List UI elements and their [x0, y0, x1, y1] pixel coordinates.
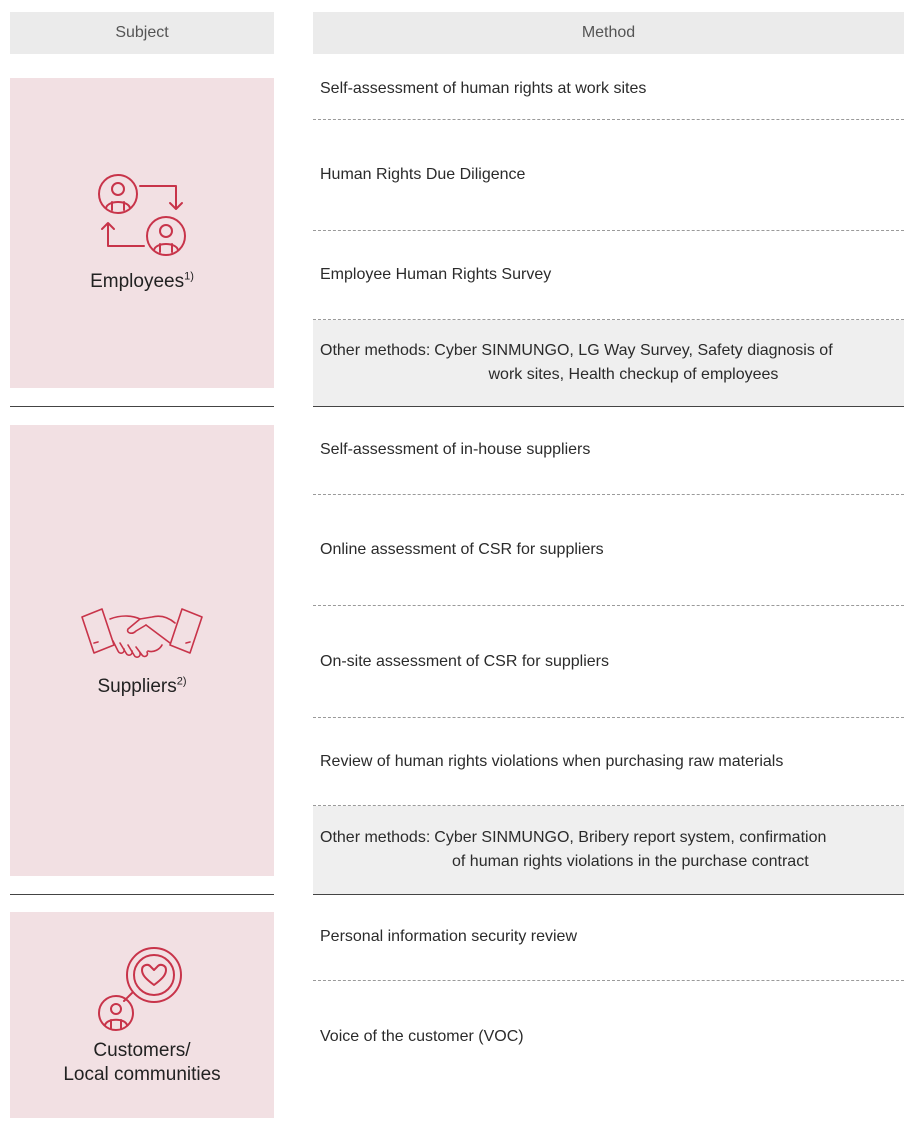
separator	[10, 406, 274, 407]
other-methods-label: Other methods:	[320, 342, 431, 359]
other-methods-row: Other methods: Cyber SINMUNGO, Bribery r…	[313, 806, 904, 894]
method-row: Voice of the customer (VOC)	[320, 1027, 524, 1045]
method-row: Self-assessment of human rights at work …	[313, 58, 904, 120]
employee-exchange-icon	[98, 174, 186, 257]
other-methods-row: Other methods: Cyber SINMUNGO, LG Way Su…	[313, 320, 904, 406]
heart-speech-person-icon	[98, 947, 182, 1032]
method-row: Personal information security review	[313, 894, 904, 981]
employees-subject-cell: Employees1)	[10, 78, 274, 388]
method-row: Online assessment of CSR for suppliers	[313, 495, 904, 606]
subject-header: Subject	[10, 12, 274, 54]
method-row: On-site assessment of CSR for suppliers	[313, 606, 904, 718]
separator	[10, 894, 274, 895]
employees-label: Employees1)	[90, 270, 194, 293]
handshake-icon	[81, 607, 203, 658]
customers-label: Customers/ Local communities	[63, 1040, 221, 1085]
method-row: Employee Human Rights Survey	[313, 231, 904, 320]
method-row: Self-assessment of in-house suppliers	[313, 406, 904, 495]
method-header: Method	[313, 12, 904, 54]
suppliers-label: Suppliers2)	[97, 675, 187, 697]
method-row: Human Rights Due Diligence	[313, 120, 904, 231]
other-methods-label: Other methods:	[320, 829, 431, 846]
method-row: Review of human rights violations when p…	[313, 718, 904, 806]
customers-subject-cell: Customers/ Local communities	[10, 912, 274, 1118]
suppliers-subject-cell: Suppliers2)	[10, 425, 274, 876]
